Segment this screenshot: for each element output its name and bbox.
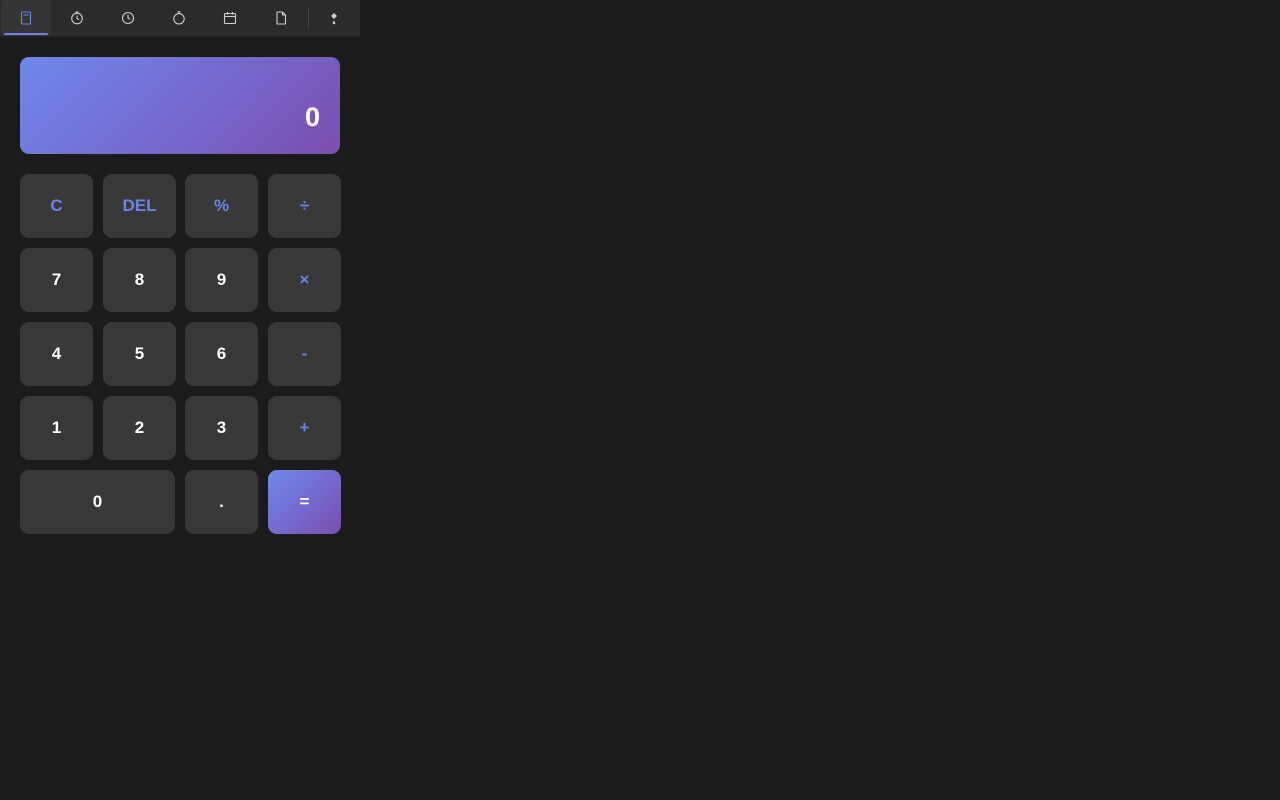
digit-7-button[interactable]: 7 [20,248,93,312]
digit-9-button[interactable]: 9 [185,248,258,312]
tab-calendar[interactable] [205,0,255,36]
timer-icon [71,11,83,25]
digit-1-button[interactable]: 1 [20,396,93,460]
divide-button[interactable]: ÷ [268,174,341,238]
equals-button[interactable]: = [268,470,341,534]
tab-timer[interactable] [52,0,102,36]
delete-button[interactable]: DEL [103,174,176,238]
app-toolbar [0,0,360,37]
add-button[interactable]: + [268,396,341,460]
clock-icon [121,11,135,25]
clear-button[interactable]: C [20,174,93,238]
tab-theme[interactable] [309,0,359,36]
tab-calculator[interactable] [1,0,51,36]
stopwatch-icon [173,11,185,25]
tab-notes[interactable] [256,0,306,36]
multiply-button[interactable]: × [268,248,341,312]
digit-8-button[interactable]: 8 [103,248,176,312]
document-icon [276,11,287,25]
digit-4-button[interactable]: 4 [20,322,93,386]
digit-0-button[interactable]: 0 [20,470,175,534]
digit-2-button[interactable]: 2 [103,396,176,460]
tab-clock[interactable] [103,0,153,36]
calculator-icon [20,11,32,25]
paint-bucket-icon [331,13,337,25]
calculator-display: 0 [20,57,340,154]
digit-6-button[interactable]: 6 [185,322,258,386]
digit-3-button[interactable]: 3 [185,396,258,460]
decimal-button[interactable]: . [185,470,258,534]
tab-stopwatch[interactable] [154,0,204,36]
percent-button[interactable]: % [185,174,258,238]
calendar-icon [223,12,237,25]
subtract-button[interactable]: - [268,322,341,386]
display-value: 0 [304,102,320,132]
digit-5-button[interactable]: 5 [103,322,176,386]
